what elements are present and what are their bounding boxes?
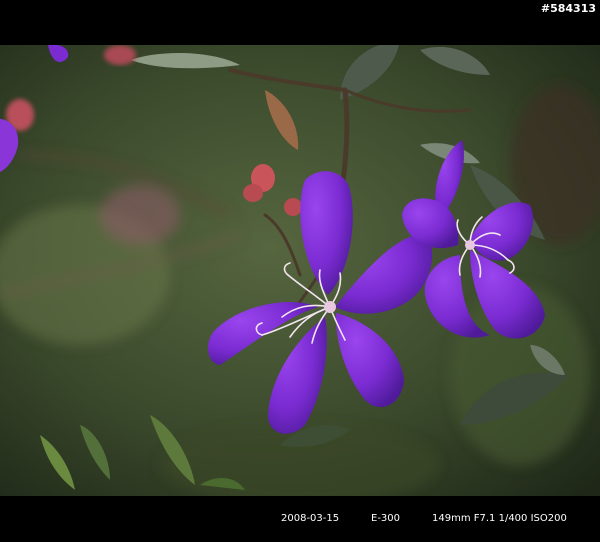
photo-frame xyxy=(0,45,600,496)
exif-date: 2008-03-15 xyxy=(281,513,340,524)
image-id: #584313 xyxy=(540,2,596,15)
top-bar: #584313 xyxy=(0,0,600,45)
flower-photo xyxy=(0,45,600,496)
exif-settings: 149mm F7.1 1/400 ISO200 xyxy=(432,513,567,524)
exif-camera: E-300 xyxy=(371,513,401,524)
exif-bar: 2008-03-15 E-300 149mm F7.1 1/400 ISO200 xyxy=(0,496,600,542)
